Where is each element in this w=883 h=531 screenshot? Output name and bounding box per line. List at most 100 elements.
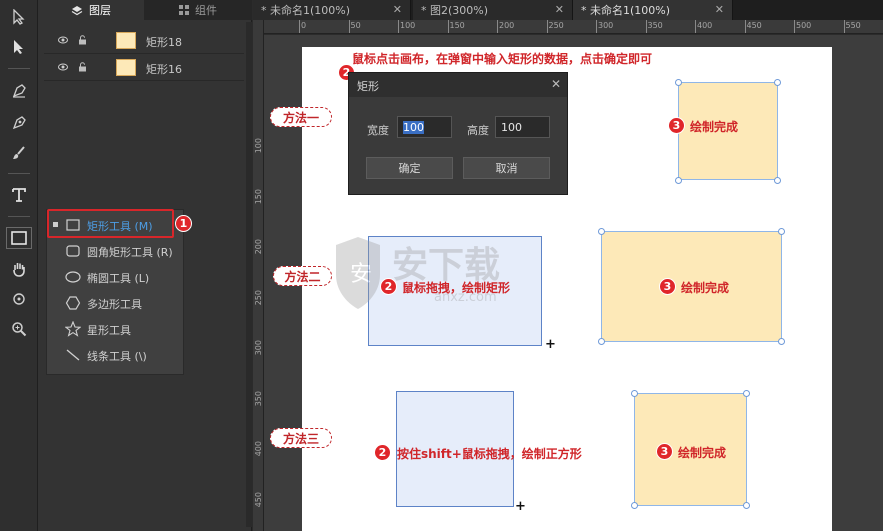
width-field[interactable]: 100 xyxy=(397,116,452,138)
flyout-item-star-tool[interactable]: 星形工具 xyxy=(47,316,185,342)
text-icon[interactable] xyxy=(6,184,32,206)
polygon-tool-icon xyxy=(65,296,81,310)
layers-icon xyxy=(71,5,83,15)
ruler-tick-label: 350 xyxy=(647,21,663,30)
ruler-tick-label: 150 xyxy=(254,188,263,204)
crosshair-cursor-icon: + xyxy=(515,499,526,514)
flyout-item-rounded-rect-tool[interactable]: 圆角矩形工具 (R) xyxy=(47,238,185,264)
ruler-tick xyxy=(695,20,696,33)
selection-handle[interactable] xyxy=(778,228,785,235)
selection-handle[interactable] xyxy=(675,177,682,184)
height-field[interactable]: 100 xyxy=(495,116,550,138)
watermark-logo: 安 安下载 anxz.com xyxy=(330,235,560,313)
ruler-tick xyxy=(843,20,845,33)
cancel-button[interactable]: 取消 xyxy=(463,157,550,179)
tab-components[interactable]: 组件 xyxy=(144,0,252,20)
shift-drag-instruction: 按住shift+鼠标拖拽，绘制正方形 xyxy=(397,447,582,461)
close-icon[interactable]: ✕ xyxy=(393,3,402,16)
selection-handle[interactable] xyxy=(743,502,750,509)
panel-scrollbar[interactable] xyxy=(246,22,252,527)
line-tool-icon xyxy=(66,349,80,361)
selection-handle[interactable] xyxy=(598,228,605,235)
ruler-tick-label: 300 xyxy=(598,21,614,30)
step-badge: 3 xyxy=(668,117,685,134)
component-grid-icon xyxy=(179,5,189,15)
flyout-label: 椭圆工具 (L) xyxy=(87,272,150,285)
hand-icon[interactable] xyxy=(6,258,32,280)
ruler-tick xyxy=(348,20,350,33)
flyout-item-line-tool[interactable]: 线条工具 (\) xyxy=(47,342,185,368)
layer-row[interactable]: 矩形18 xyxy=(44,28,244,54)
ruler-tick-label: 450 xyxy=(746,21,762,30)
ruler-tick-label: 400 xyxy=(254,441,263,457)
done-label: 绘制完成 xyxy=(681,281,730,295)
ellipse-tool-icon xyxy=(65,271,81,283)
ruler-tick xyxy=(299,20,300,33)
width-value: 100 xyxy=(403,121,424,134)
selection-handle[interactable] xyxy=(778,338,785,345)
ruler-tick-label: 350 xyxy=(254,390,263,406)
close-icon[interactable]: ✕ xyxy=(715,3,724,16)
layer-name: 矩形18 xyxy=(146,36,182,49)
doc-tab[interactable]: * 未命名1(100%) ✕ xyxy=(253,0,411,20)
step-badge: 2 xyxy=(380,278,397,295)
ruler-tick-label: 0 xyxy=(301,21,307,30)
doc-tab-label: * 未命名1(100%) xyxy=(261,4,351,17)
selection-handle[interactable] xyxy=(675,79,682,86)
flyout-item-ellipse-tool[interactable]: 椭圆工具 (L) xyxy=(47,264,185,290)
selection-handle[interactable] xyxy=(774,79,781,86)
step-badge: 3 xyxy=(656,443,673,460)
ruler-tick-label: 400 xyxy=(697,21,713,30)
done-label: 绘制完成 xyxy=(678,446,727,460)
rectangle-icon[interactable] xyxy=(6,227,32,249)
doc-tab[interactable]: * 图2(300%) ✕ xyxy=(413,0,573,20)
ruler-tick-label: 500 xyxy=(796,21,812,30)
pen-add-icon[interactable] xyxy=(6,112,32,134)
ok-button[interactable]: 确定 xyxy=(366,157,453,179)
tab-layers[interactable]: 图层 xyxy=(38,0,144,20)
selection-handle[interactable] xyxy=(631,390,638,397)
direct-select-arrow-icon[interactable] xyxy=(6,36,32,58)
ruler-tick-label: 100 xyxy=(254,138,263,154)
method-label: 方法三 xyxy=(270,428,332,448)
rotate-view-icon[interactable] xyxy=(6,288,32,310)
height-value: 100 xyxy=(501,121,522,134)
panel-tab-bar: 图层 组件 xyxy=(38,0,252,20)
ruler-tick-label: 300 xyxy=(254,340,263,356)
ruler-tick xyxy=(744,20,746,33)
doc-tab[interactable]: * 未命名1(100%) ✕ xyxy=(573,0,733,20)
eye-icon[interactable] xyxy=(58,63,68,71)
ruler-tick xyxy=(398,20,399,33)
tab-layers-label: 图层 xyxy=(89,4,111,17)
done-label: 绘制完成 xyxy=(690,120,739,134)
eye-icon[interactable] xyxy=(58,36,68,44)
selection-handle[interactable] xyxy=(743,390,750,397)
unlock-icon[interactable] xyxy=(78,62,87,72)
layer-name: 矩形16 xyxy=(146,63,182,76)
instruction-text: 鼠标点击画布，在弹窗中输入矩形的数据，点击确定即可 xyxy=(352,52,653,66)
unlock-icon[interactable] xyxy=(78,35,87,45)
ruler-tick xyxy=(546,20,548,33)
flyout-item-polygon-tool[interactable]: 多边形工具 xyxy=(47,290,185,316)
zoom-icon[interactable] xyxy=(6,318,32,340)
method-label: 方法二 xyxy=(273,266,332,286)
selection-handle[interactable] xyxy=(774,177,781,184)
rectangle-dialog: 矩形 ✕ 宽度 100 高度 100 确定 取消 xyxy=(348,72,568,195)
width-label: 宽度 xyxy=(367,124,389,137)
layer-row[interactable]: 矩形16 xyxy=(44,55,244,81)
step-badge: 3 xyxy=(659,278,676,295)
ruler-tick xyxy=(596,20,597,33)
flyout-label: 圆角矩形工具 (R) xyxy=(87,246,173,259)
selection-handle[interactable] xyxy=(598,338,605,345)
ruler-tick-label: 50 xyxy=(350,21,361,30)
selection-handle[interactable] xyxy=(631,502,638,509)
brush-icon[interactable] xyxy=(6,142,32,164)
close-icon[interactable]: ✕ xyxy=(551,77,561,91)
doc-tab-label: * 图2(300%) xyxy=(421,4,489,17)
rounded-rect-tool-icon xyxy=(66,245,80,257)
vertical-ruler: 100150200250300350400450500 xyxy=(253,20,264,531)
layer-thumbnail xyxy=(116,59,136,76)
close-icon[interactable]: ✕ xyxy=(555,3,564,16)
select-arrow-icon[interactable] xyxy=(6,6,32,28)
pen-icon[interactable] xyxy=(6,80,32,102)
